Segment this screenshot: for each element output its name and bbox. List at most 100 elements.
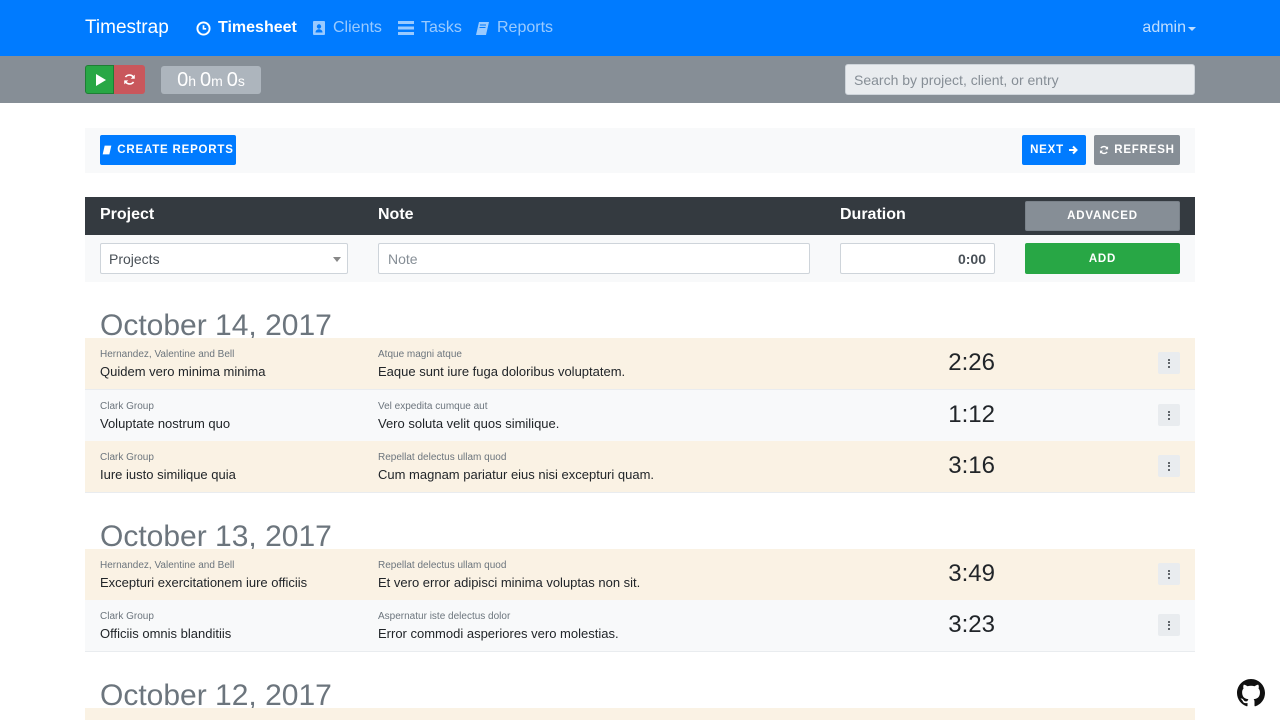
- entry-task: Repellat delectus ullam quod: [378, 560, 507, 571]
- entry-row: Clark Group Voluptate nostrum quo Vel ex…: [85, 390, 1195, 442]
- entry-menu-button[interactable]: [1158, 455, 1180, 477]
- entry-duration: 1:12: [948, 401, 995, 428]
- refresh-icon: [124, 74, 135, 85]
- entry-client: Hernandez, Valentine and Bell: [100, 349, 235, 360]
- nav-item-clients[interactable]: Clients: [312, 19, 382, 37]
- create-reports-label: CREATE REPORTS: [117, 144, 234, 156]
- duration-column-header: Duration: [840, 206, 906, 223]
- entry-note: Error commodi asperiores vero molestias.: [378, 626, 619, 641]
- address-book-icon: [313, 21, 325, 35]
- timer-start-button[interactable]: [85, 65, 114, 94]
- entry-note: Et vero error adipisci minima voluptas n…: [378, 575, 641, 590]
- timer-minutes-unit: m: [211, 73, 223, 89]
- new-entry-form: Projects ADD: [85, 235, 1195, 282]
- ellipsis-v-icon: [1168, 573, 1170, 575]
- brand-logo[interactable]: Timestrap: [85, 17, 169, 39]
- ellipsis-v-icon: [1168, 569, 1170, 572]
- entry-duration: 2:26: [948, 349, 995, 376]
- user-menu[interactable]: admin: [1142, 19, 1186, 37]
- nav-item-timesheet[interactable]: Timesheet: [196, 19, 297, 37]
- ellipsis-v-icon: [1168, 362, 1170, 364]
- entry-project: Iure iusto similique quia: [100, 467, 236, 482]
- create-reports-button[interactable]: CREATE REPORTS: [100, 135, 236, 165]
- nav-item-label: Clients: [333, 19, 382, 36]
- timer-display: 0h 0m 0s: [161, 66, 261, 94]
- ellipsis-v-icon: [1168, 358, 1170, 361]
- search-input[interactable]: [845, 64, 1195, 95]
- entry-duration: 3:49: [948, 560, 995, 587]
- entry-row: Clark Group Iure iusto similique quia Re…: [85, 441, 1195, 493]
- ellipsis-v-icon: [1168, 410, 1170, 413]
- entry-menu-button[interactable]: [1158, 404, 1180, 426]
- entry-menu-button[interactable]: [1158, 563, 1180, 585]
- entry-menu-button[interactable]: [1158, 352, 1180, 374]
- refresh-icon: [1100, 145, 1109, 155]
- clock-icon: [196, 20, 211, 36]
- ellipsis-v-icon: [1168, 576, 1170, 579]
- entry-duration: 3:16: [948, 452, 995, 479]
- entry-client: Clark Group: [100, 452, 154, 463]
- next-label: NEXT: [1030, 144, 1064, 156]
- entry-duration: 3:23: [948, 611, 995, 638]
- ellipsis-v-icon: [1168, 624, 1170, 626]
- add-entry-button[interactable]: ADD: [1025, 243, 1180, 274]
- ellipsis-v-icon: [1168, 465, 1170, 467]
- timer-reset-button[interactable]: [114, 65, 145, 94]
- entry-project: Officiis omnis blanditiis: [100, 626, 232, 641]
- timer-bar: 0h 0m 0s: [0, 56, 1280, 103]
- nav-item-reports[interactable]: Reports: [475, 19, 553, 37]
- entry-row: Clark Group Officiis omnis blanditiis As…: [85, 600, 1195, 652]
- nav-item-label: Reports: [497, 19, 554, 36]
- arrow-right-icon: [1068, 145, 1078, 155]
- entry-row: Hernandez, Valentine and Bell Quidem ver…: [85, 338, 1195, 390]
- book-icon: [102, 145, 112, 155]
- entry-row: Hernandez, Valentine and Bell Excepturi …: [85, 549, 1195, 601]
- entry-project: Quidem vero minima minima: [100, 364, 266, 379]
- action-bar: CREATE REPORTS NEXT REFRESH: [85, 128, 1195, 173]
- github-icon[interactable]: [1237, 679, 1265, 707]
- project-column-header: Project: [100, 206, 155, 223]
- entry-project: Excepturi exercitationem iure officiis: [100, 575, 308, 590]
- ellipsis-v-icon: [1168, 627, 1170, 630]
- entry-task: Aspernatur iste delectus dolor: [378, 611, 511, 622]
- entry-table-header: Project Note Duration ADVANCED: [85, 197, 1195, 235]
- timer-seconds: 0: [226, 69, 238, 91]
- ellipsis-v-icon: [1168, 468, 1170, 471]
- entry-menu-button[interactable]: [1158, 614, 1180, 636]
- entry-client: Hernandez, Valentine and Bell: [100, 560, 235, 571]
- timer-minutes: 0: [200, 69, 212, 91]
- top-navbar: Timestrap Timesheet Clients Tasks Report…: [0, 0, 1280, 56]
- ellipsis-v-icon: [1168, 414, 1170, 416]
- duration-input[interactable]: [840, 243, 995, 274]
- timer-hours: 0: [177, 69, 189, 91]
- refresh-button[interactable]: REFRESH: [1094, 135, 1180, 165]
- nav-item-label: Timesheet: [218, 19, 297, 36]
- timer-hours-unit: h: [188, 73, 196, 89]
- refresh-label: REFRESH: [1114, 144, 1175, 156]
- ellipsis-v-icon: [1168, 365, 1170, 368]
- timer-seconds-unit: s: [237, 73, 245, 89]
- entry-note: Eaque sunt iure fuga doloribus voluptate…: [378, 364, 626, 379]
- chevron-down-icon[interactable]: [1188, 27, 1196, 31]
- note-column-header: Note: [378, 206, 414, 223]
- ellipsis-v-icon: [1168, 417, 1170, 420]
- entry-task: Atque magni atque: [378, 349, 462, 360]
- entry-task: Vel expedita cumque aut: [378, 401, 488, 412]
- entry-row: [85, 708, 1195, 720]
- next-button[interactable]: NEXT: [1022, 135, 1086, 165]
- nav-item-tasks[interactable]: Tasks: [398, 19, 462, 37]
- project-select[interactable]: Projects: [100, 243, 348, 274]
- entry-client: Clark Group: [100, 401, 154, 412]
- ellipsis-v-icon: [1168, 461, 1170, 464]
- entry-project: Voluptate nostrum quo: [100, 416, 231, 431]
- entry-client: Clark Group: [100, 611, 154, 622]
- entry-task: Repellat delectus ullam quod: [378, 452, 507, 463]
- book-icon: [476, 21, 489, 35]
- tasks-icon: [398, 21, 414, 35]
- ellipsis-v-icon: [1168, 620, 1170, 623]
- advanced-button[interactable]: ADVANCED: [1025, 201, 1180, 231]
- nav-item-label: Tasks: [421, 19, 462, 36]
- note-input[interactable]: [378, 243, 810, 274]
- entry-note: Cum magnam pariatur eius nisi excepturi …: [378, 467, 655, 482]
- entry-note: Vero soluta velit quos similique.: [378, 416, 560, 431]
